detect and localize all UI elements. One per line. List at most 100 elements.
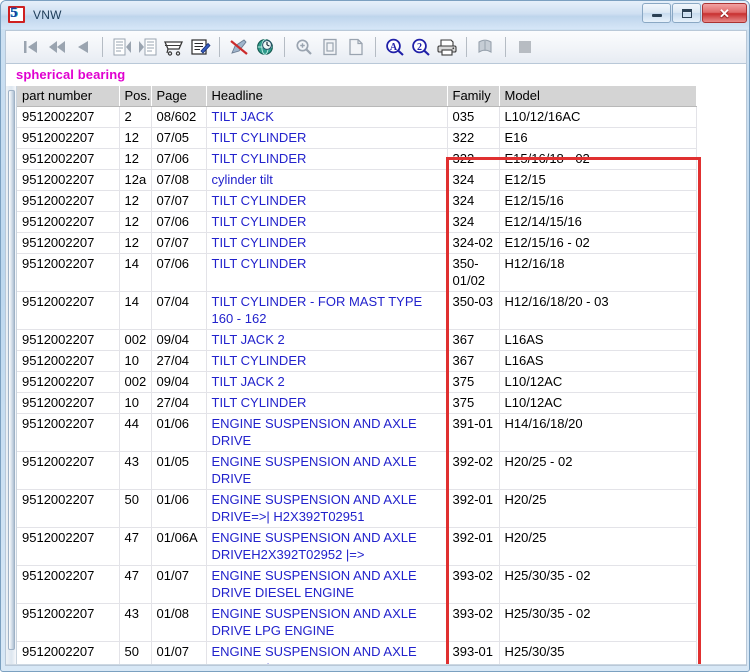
page-width-button[interactable] [343, 34, 369, 60]
maximize-button[interactable] [672, 3, 701, 23]
table-row[interactable]: 9512002207 12 07/06 TILT CYLINDER 322 E15/16/… [17, 148, 697, 170]
column-header-model[interactable]: Model [499, 86, 697, 107]
app-logo-icon: 5 [8, 5, 26, 24]
table-row[interactable]: 9512002207 43 01/05 ENGINE SUSPENSION AND A… [17, 451, 697, 490]
minimize-button[interactable] [642, 3, 671, 23]
cell-part-number: 9512002207 [17, 106, 120, 128]
separator-5 [466, 37, 467, 57]
cell-part-number: 9512002207 [17, 489, 120, 528]
cell-headline[interactable]: ENGINE SUSPENSION AND AXLE DRIVEH2X392T0… [206, 527, 448, 566]
cell-headline[interactable]: TILT JACK 2 [206, 371, 448, 393]
cell-headline[interactable]: ENGINE SUSPENSION AND AXLE DRIVE=>| H2X3… [206, 489, 448, 528]
column-header-family[interactable]: Family [447, 86, 500, 107]
vertical-scrollbar[interactable] [6, 86, 17, 665]
panel-bevel [6, 664, 746, 665]
stop-square-icon [519, 41, 531, 53]
cell-pos: 50 [119, 641, 152, 665]
clipboard-edit-icon [191, 39, 211, 55]
notes-button[interactable] [473, 34, 499, 60]
cell-headline[interactable]: TILT CYLINDER - FOR MAST TYPE 160 - 162 [206, 291, 448, 330]
column-header-headline[interactable]: Headline [206, 86, 448, 107]
table-row[interactable]: 9512002207 12 07/07 TILT CYLINDER 324 E12/15/… [17, 190, 697, 212]
cell-family: 324 [447, 211, 500, 233]
cell-page: 07/07 [151, 232, 207, 254]
cell-family: 322 [447, 148, 500, 170]
cell-headline[interactable]: ENGINE SUSPENSION AND AXLE DRIVE [206, 451, 448, 490]
table-row[interactable]: 9512002207 12 07/07 TILT CYLINDER 324-02 E12/… [17, 232, 697, 254]
table-row[interactable]: 9512002207 002 09/04 TILT JACK 2 367 L16AS [17, 329, 697, 351]
highlight-off-button[interactable] [226, 34, 252, 60]
print-button[interactable] [434, 34, 460, 60]
cell-headline[interactable]: TILT CYLINDER [206, 127, 448, 149]
cell-page: 07/05 [151, 127, 207, 149]
cell-headline[interactable]: cylinder tilt [206, 169, 448, 191]
table-row[interactable]: 9512002207 50 01/07 ENGINE SUSPENSION AND A… [17, 641, 697, 665]
cell-headline[interactable]: ENGINE SUSPENSION AND AXLE DRIVE DIESEL … [206, 565, 448, 604]
cell-headline[interactable]: TILT CYLINDER [206, 350, 448, 372]
cell-headline[interactable]: TILT CYLINDER [206, 392, 448, 414]
scrollbar-thumb[interactable] [8, 90, 15, 650]
cell-pos: 43 [119, 603, 152, 642]
table-row[interactable]: 9512002207 002 09/04 TILT JACK 2 375 L10/12AC [17, 371, 697, 393]
magnifier-plus-icon [296, 39, 312, 55]
cell-part-number: 9512002207 [17, 451, 120, 490]
first-record-button[interactable] [18, 34, 44, 60]
find-next-button[interactable]: 2 [408, 34, 434, 60]
cell-headline[interactable]: TILT CYLINDER [206, 253, 448, 292]
table-row[interactable]: 9512002207 2 08/602 TILT JACK 035 L10/12/16AC [17, 106, 697, 128]
cell-page: 27/04 [151, 392, 207, 414]
cell-headline[interactable]: TILT JACK 2 [206, 329, 448, 351]
cell-headline[interactable]: TILT CYLINDER [206, 232, 448, 254]
cell-family: 393-01 [447, 641, 500, 665]
table-row[interactable]: 9512002207 43 01/08 ENGINE SUSPENSION AND A… [17, 603, 697, 642]
table-row[interactable]: 9512002207 44 01/06 ENGINE SUSPENSION AND A… [17, 413, 697, 452]
column-header-pos[interactable]: Pos. [119, 86, 152, 107]
cell-model: H14/16/18/20 [499, 413, 697, 452]
table-row[interactable]: 9512002207 14 07/04 TILT CYLINDER - FOR MAS… [17, 291, 697, 330]
cell-family: 392-01 [447, 489, 500, 528]
fit-page-button[interactable] [317, 34, 343, 60]
next-document-button[interactable] [135, 34, 161, 60]
stop-button[interactable] [512, 34, 538, 60]
table-row[interactable]: 9512002207 47 01/07 ENGINE SUSPENSION AND A… [17, 565, 697, 604]
cell-page: 01/06 [151, 413, 207, 452]
previous-document-button[interactable] [109, 34, 135, 60]
close-button[interactable]: ✕ [702, 3, 747, 23]
zoom-button[interactable] [291, 34, 317, 60]
cell-headline[interactable]: ENGINE SUSPENSION AND AXLE DRIVE [206, 413, 448, 452]
cell-pos: 12 [119, 148, 152, 170]
rewind-icon [49, 41, 65, 53]
shopping-cart-button[interactable] [161, 34, 187, 60]
table-row[interactable]: 9512002207 12a 07/08 cylinder tilt 324 E12/15 [17, 169, 697, 191]
cell-family: 393-02 [447, 565, 500, 604]
cell-page: 07/04 [151, 291, 207, 330]
search-term-label: spherical bearing [16, 67, 126, 82]
table-row[interactable]: 9512002207 12 07/05 TILT CYLINDER 322 E16 [17, 127, 697, 149]
cell-headline[interactable]: ENGINE SUSPENSION AND AXLE DRIVE=>| H2X3… [206, 641, 448, 665]
table-row[interactable]: 9512002207 12 07/06 TILT CYLINDER 324 E12/14/… [17, 211, 697, 233]
column-header-page[interactable]: Page [151, 86, 207, 107]
column-header-part-number[interactable]: part number [17, 86, 120, 107]
cell-pos: 47 [119, 565, 152, 604]
application-window: 5 VNW ✕ A 2 spherical bearing part numbe… [0, 0, 750, 672]
table-row[interactable]: 9512002207 10 27/04 TILT CYLINDER 375 L10/12A… [17, 392, 697, 414]
cell-page: 07/08 [151, 169, 207, 191]
cell-part-number: 9512002207 [17, 641, 120, 665]
find-text-button[interactable]: A [382, 34, 408, 60]
table-row[interactable]: 9512002207 50 01/06 ENGINE SUSPENSION AND A… [17, 489, 697, 528]
cell-page: 09/04 [151, 329, 207, 351]
fast-rewind-button[interactable] [44, 34, 70, 60]
previous-record-button[interactable] [70, 34, 96, 60]
cell-pos: 10 [119, 350, 152, 372]
cell-headline[interactable]: TILT CYLINDER [206, 148, 448, 170]
cell-headline[interactable]: TILT CYLINDER [206, 190, 448, 212]
table-row[interactable]: 9512002207 10 27/04 TILT CYLINDER 367 L16AS [17, 350, 697, 372]
cell-headline[interactable]: TILT JACK [206, 106, 448, 128]
cell-headline[interactable]: TILT CYLINDER [206, 211, 448, 233]
cell-model: H25/30/35 [499, 641, 697, 665]
order-list-button[interactable] [187, 34, 213, 60]
table-row[interactable]: 9512002207 14 07/06 TILT CYLINDER 350-01/02 H… [17, 253, 697, 292]
history-button[interactable] [252, 34, 278, 60]
cell-headline[interactable]: ENGINE SUSPENSION AND AXLE DRIVE LPG ENG… [206, 603, 448, 642]
table-row[interactable]: 9512002207 47 01/06A ENGINE SUSPENSION AND … [17, 527, 697, 566]
